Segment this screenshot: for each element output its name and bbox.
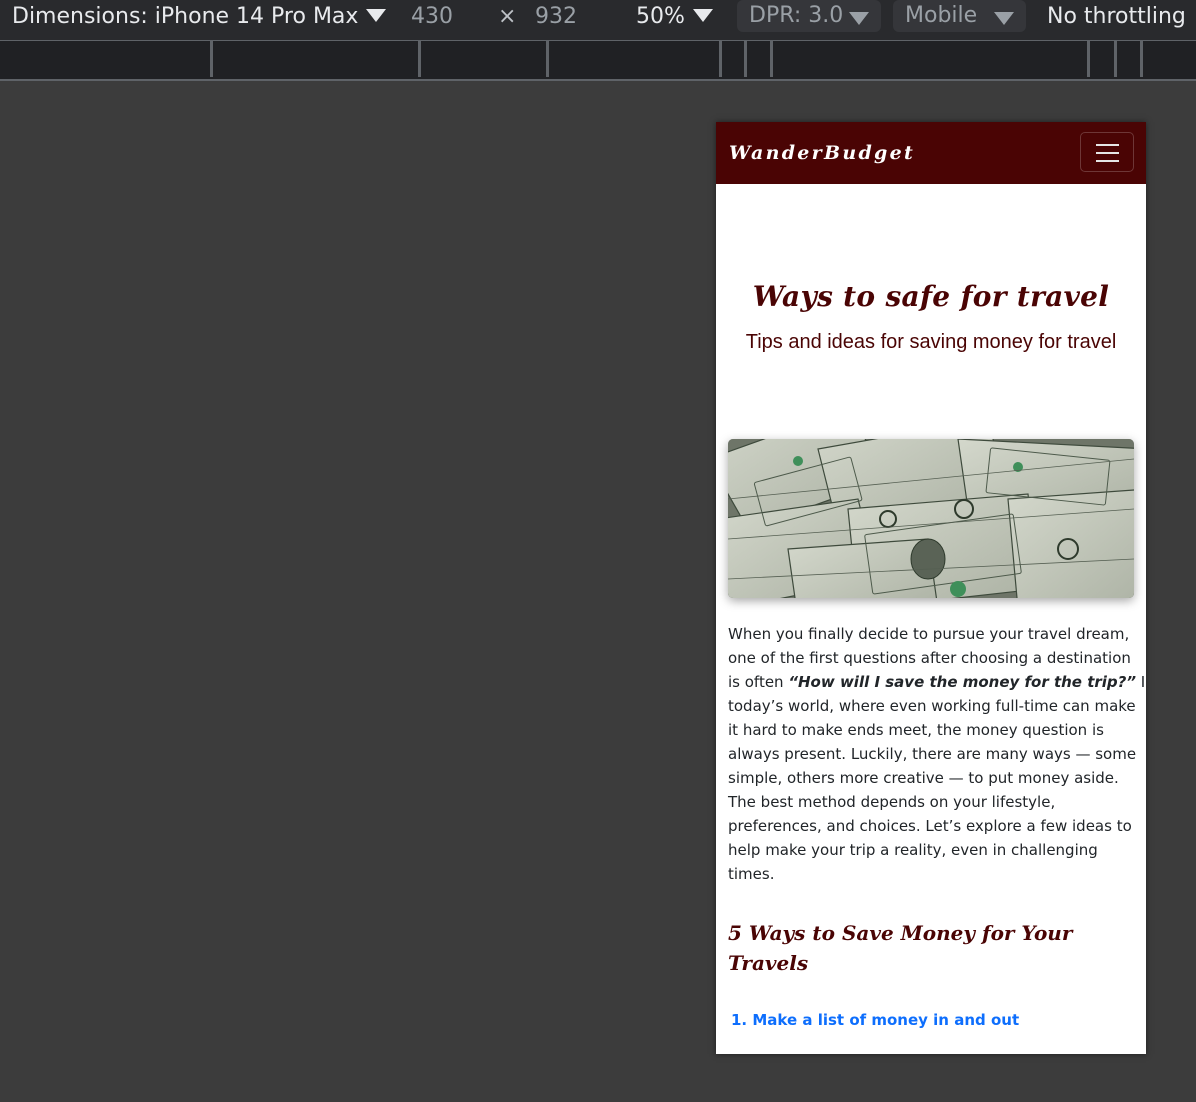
ruler-divider (546, 41, 549, 77)
mobile-viewport: WanderBudget Ways to safe for travel Tip… (716, 122, 1146, 1054)
intro-paragraph: When you finally decide to pursue your t… (728, 622, 1146, 886)
intro-text: In (1140, 673, 1146, 691)
intro-question-emphasis: “How will I save the money for the trip?… (788, 673, 1137, 691)
intro-line: it hard to make ends meet, the money que… (728, 721, 1104, 739)
zoom-dropdown[interactable]: 50% (636, 0, 713, 34)
navbar: WanderBudget (716, 122, 1146, 184)
intro-line: help make your trip a reality, even in c… (728, 841, 1098, 859)
ruler-divider (1087, 41, 1090, 77)
money-photo (728, 439, 1134, 598)
device-dimensions-dropdown[interactable]: Dimensions: iPhone 14 Pro Max (12, 0, 387, 34)
chevron-down-icon (366, 9, 387, 22)
intro-line: always present. Luckily, there are many … (728, 745, 1137, 763)
menu-toggle-button[interactable] (1080, 132, 1134, 172)
zoom-label: 50% (636, 4, 685, 29)
device-toolbar: Dimensions: iPhone 14 Pro Max 430 × 932 … (0, 0, 1196, 41)
intro-line: The best method depends on your lifestyl… (728, 793, 1056, 811)
hero-title: Ways to safe for travel (752, 280, 1110, 313)
intro-line: one of the first questions after choosin… (728, 649, 1131, 667)
intro-line: preferences, and choices. Let’s explore … (728, 817, 1132, 835)
intro-line: times. (728, 865, 775, 883)
hamburger-icon (1096, 160, 1119, 162)
times-icon: × (498, 4, 517, 29)
device-type-label: Mobile (905, 3, 978, 28)
ruler-divider (719, 41, 722, 77)
media-query-ruler[interactable] (0, 41, 1196, 81)
intro-line: simple, others more creative — to put mo… (728, 769, 1119, 787)
toc-link-money-list[interactable]: 1. Make a list of money in and out (731, 1011, 1019, 1029)
hamburger-icon (1096, 144, 1119, 146)
device-type-dropdown[interactable]: Mobile (893, 0, 1026, 32)
intro-line: today’s world, where even working full-t… (728, 697, 1136, 715)
ruler-divider (744, 41, 747, 77)
section-title: 5 Ways to Save Money for Your Travels (728, 918, 1138, 978)
width-input[interactable]: 430 (411, 0, 453, 34)
brand-logo[interactable]: WanderBudget (729, 122, 915, 184)
section-title-line: 5 Ways to Save Money for Your (728, 921, 1073, 945)
intro-text: is often (728, 673, 789, 691)
intro-line: is often “How will I save the money for … (728, 670, 1146, 694)
device-dimensions-label: Dimensions: iPhone 14 Pro Max (12, 4, 359, 29)
ruler-divider (418, 41, 421, 77)
throttling-dropdown[interactable]: No throttling (1047, 0, 1186, 34)
chevron-down-icon (849, 12, 869, 25)
dpr-dropdown[interactable]: DPR: 3.0 (737, 0, 881, 32)
ruler-divider (1114, 41, 1117, 77)
hamburger-icon (1096, 152, 1119, 154)
hero-subtitle: Tips and ideas for saving money for trav… (745, 331, 1117, 353)
chevron-down-icon (994, 12, 1014, 25)
ruler-divider (770, 41, 773, 77)
section-title-line: Travels (728, 951, 809, 975)
dpr-label: DPR: 3.0 (749, 3, 844, 28)
intro-line: When you finally decide to pursue your t… (728, 625, 1130, 643)
height-input[interactable]: 932 (535, 0, 577, 34)
chevron-down-icon (692, 9, 713, 22)
ruler-divider (210, 41, 213, 77)
ruler-divider (1140, 41, 1143, 77)
